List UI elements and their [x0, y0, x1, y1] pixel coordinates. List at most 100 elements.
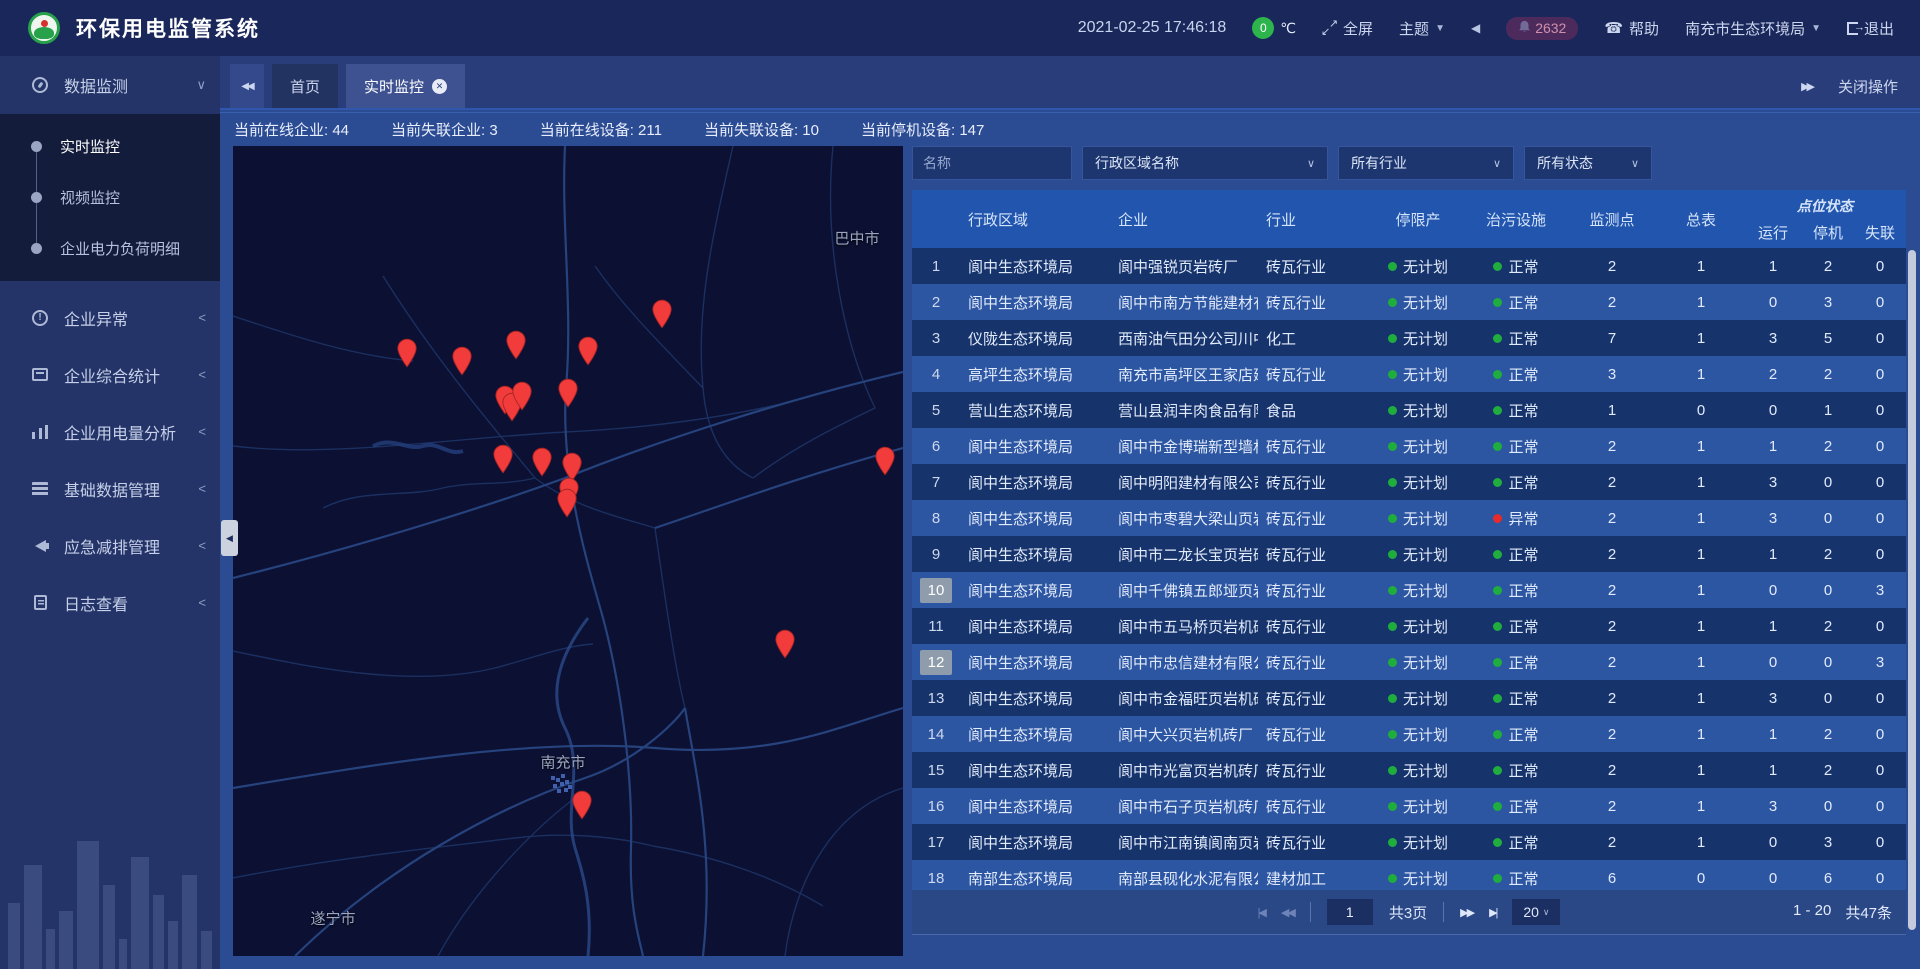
map-pin-icon[interactable]: [874, 446, 896, 476]
map-pin-icon[interactable]: [774, 629, 796, 659]
cell-stopped: 3: [1802, 824, 1854, 860]
page-number-input[interactable]: [1327, 899, 1373, 925]
map-pin-icon[interactable]: [505, 330, 527, 360]
cell-monitor-points: 2: [1566, 644, 1658, 680]
map-pin-icon[interactable]: [492, 444, 514, 474]
cell-industry: 砖瓦行业: [1258, 824, 1370, 860]
map-pin-icon[interactable]: [396, 338, 418, 368]
table-row[interactable]: 15 阆中生态环境局 阆中市光富页岩机砖厂 砖瓦行业 无计划 正常 2 1 1 …: [912, 752, 1906, 788]
table-row[interactable]: 3 仪陇生态环境局 西南油气田分公司川中 化工 无计划 正常 7 1 3 5 0: [912, 320, 1906, 356]
stop-production-label: 无计划: [1403, 400, 1448, 421]
table-row[interactable]: 14 阆中生态环境局 阆中大兴页岩机砖厂 砖瓦行业 无计划 正常 2 1 1 2…: [912, 716, 1906, 752]
scrollbar-thumb[interactable]: [1908, 250, 1916, 930]
cell-region: 阆中生态环境局: [960, 248, 1110, 284]
help-button[interactable]: ☎ 帮助: [1604, 18, 1659, 39]
table-row[interactable]: 18 南部生态环境局 南部县砚化水泥有限公 建材加工 无计划 正常 6 0 0 …: [912, 860, 1906, 890]
table-row[interactable]: 8 阆中生态环境局 阆中市枣碧大梁山页岩 砖瓦行业 无计划 异常 2 1 3 0…: [912, 500, 1906, 536]
status-select[interactable]: 所有状态 ∨: [1524, 146, 1652, 180]
sidebar-item-emergency[interactable]: 应急减排管理 <: [0, 517, 220, 574]
sidebar-item-logs[interactable]: 日志查看 <: [0, 574, 220, 631]
close-operations-button[interactable]: 关闭操作: [1838, 76, 1898, 97]
row-number: 3: [924, 326, 948, 351]
table-row[interactable]: 4 高坪生态环境局 南充市高坪区王家店建 砖瓦行业 无计划 正常 3 1 2 2…: [912, 356, 1906, 392]
chevron-down-icon: ∨: [196, 77, 206, 93]
cell-stop-production: 无计划: [1370, 356, 1466, 392]
logout-button[interactable]: 退出: [1847, 18, 1894, 39]
tab-realtime-monitor[interactable]: 实时监控 ✕: [346, 64, 465, 108]
notification-badge[interactable]: 2632: [1506, 17, 1578, 40]
treatment-label: 正常: [1508, 580, 1538, 601]
treatment-label: 正常: [1508, 400, 1538, 421]
sidebar-item-company-stats[interactable]: 企业综合统计 <: [0, 346, 220, 403]
status-dot: [1493, 658, 1502, 667]
table-row[interactable]: 7 阆中生态环境局 阆中明阳建材有限公司 砖瓦行业 无计划 正常 2 1 3 0…: [912, 464, 1906, 500]
first-page-button[interactable]: |◀: [1258, 906, 1265, 919]
table-row[interactable]: 2 阆中生态环境局 阆中市南方节能建材有 砖瓦行业 无计划 正常 2 1 0 3…: [912, 284, 1906, 320]
table-row[interactable]: 12 阆中生态环境局 阆中市忠信建材有限公 砖瓦行业 无计划 正常 2 1 0 …: [912, 644, 1906, 680]
name-search-input[interactable]: [912, 146, 1072, 180]
page-size-select[interactable]: 20 ∨: [1512, 899, 1560, 925]
total-records-label: 共47条: [1845, 902, 1892, 923]
subitem-label: 实时监控: [60, 136, 120, 157]
cell-stop-production: 无计划: [1370, 572, 1466, 608]
next-page-button[interactable]: ▶▶: [1460, 906, 1473, 919]
table-row[interactable]: 9 阆中生态环境局 阆中市二龙长宝页岩砖 砖瓦行业 无计划 正常 2 1 1 2…: [912, 536, 1906, 572]
table-row[interactable]: 11 阆中生态环境局 阆中市五马桥页岩机砖 砖瓦行业 无计划 正常 2 1 1 …: [912, 608, 1906, 644]
map-pin-icon[interactable]: [531, 447, 553, 477]
sidebar-subitem-realtime[interactable]: 实时监控: [0, 121, 220, 172]
map-panel[interactable]: 巴中市南充市遂宁市: [233, 146, 903, 956]
cell-index: 14: [912, 716, 960, 752]
chevron-left-icon: <: [198, 367, 206, 382]
table-row[interactable]: 10 阆中生态环境局 阆中千佛镇五郎垭页岩 砖瓦行业 无计划 正常 2 1 0 …: [912, 572, 1906, 608]
table-row[interactable]: 6 阆中生态环境局 阆中市金博瑞新型墙材 砖瓦行业 无计划 正常 2 1 1 2…: [912, 428, 1906, 464]
gauge-icon: [30, 77, 50, 93]
scrollbar[interactable]: [1908, 146, 1916, 955]
fullscreen-button[interactable]: ↗↙ 全屏: [1322, 18, 1373, 39]
tabs-scroll-right-button[interactable]: ▶▶: [1801, 80, 1812, 93]
header-stop-production: 停限产: [1370, 190, 1466, 248]
table-row[interactable]: 1 阆中生态环境局 阆中强锐页岩砖厂 砖瓦行业 无计划 正常 2 1 1 2 0: [912, 248, 1906, 284]
region-select[interactable]: 行政区域名称 ∨: [1082, 146, 1328, 180]
map-collapse-button[interactable]: ◀: [221, 520, 238, 556]
sidebar-item-base-data[interactable]: 基础数据管理 <: [0, 460, 220, 517]
chevron-left-icon: <: [198, 424, 206, 439]
tabs-scroll-left-button[interactable]: ◀◀: [230, 64, 264, 108]
table-row[interactable]: 16 阆中生态环境局 阆中市石子页岩机砖厂 砖瓦行业 无计划 正常 2 1 3 …: [912, 788, 1906, 824]
table-row[interactable]: 13 阆中生态环境局 阆中市金福旺页岩机砖 砖瓦行业 无计划 正常 2 1 3 …: [912, 680, 1906, 716]
close-icon[interactable]: ✕: [432, 79, 447, 94]
sidebar-item-power-analysis[interactable]: 企业用电量分析 <: [0, 403, 220, 460]
prev-page-button[interactable]: ◀◀: [1281, 906, 1294, 919]
sidebar-item-data-monitor[interactable]: 数据监测 ∨: [0, 56, 220, 114]
speaker-icon[interactable]: ◀: [1471, 21, 1480, 35]
sidebar-item-company-abnormal[interactable]: ! 企业异常 <: [0, 289, 220, 346]
cell-treatment: 正常: [1466, 752, 1566, 788]
map-pin-icon[interactable]: [557, 378, 579, 408]
chevron-down-icon: ∨: [1631, 157, 1639, 170]
cell-industry: 砖瓦行业: [1258, 356, 1370, 392]
tab-home[interactable]: 首页: [272, 64, 338, 108]
cell-treatment: 正常: [1466, 788, 1566, 824]
theme-dropdown[interactable]: 主题 ▼: [1399, 18, 1445, 39]
sidebar-item-label: 数据监测: [64, 73, 196, 97]
map-pin-icon[interactable]: [556, 488, 578, 518]
header-company: 企业: [1110, 190, 1258, 248]
industry-select[interactable]: 所有行业 ∨: [1338, 146, 1514, 180]
map-pin-icon[interactable]: [571, 790, 593, 820]
last-page-button[interactable]: ▶|: [1489, 906, 1496, 919]
treatment-label: 正常: [1508, 796, 1538, 817]
map-pin-icon[interactable]: [651, 299, 673, 329]
stop-production-label: 无计划: [1403, 508, 1448, 529]
sidebar-subitem-load-detail[interactable]: 企业电力负荷明细: [0, 223, 220, 274]
table-row[interactable]: 17 阆中生态环境局 阆中市江南镇阆南页岩 砖瓦行业 无计划 正常 2 1 0 …: [912, 824, 1906, 860]
cell-monitor-points: 1: [1566, 392, 1658, 428]
cell-monitor-points: 2: [1566, 572, 1658, 608]
cell-lost: 0: [1854, 716, 1906, 752]
treatment-label: 正常: [1508, 256, 1538, 277]
table-row[interactable]: 5 营山生态环境局 营山县润丰肉食品有限 食品 无计划 正常 1 0 0 1 0: [912, 392, 1906, 428]
map-pin-icon[interactable]: [451, 346, 473, 376]
map-pin-icon[interactable]: [577, 336, 599, 366]
org-dropdown[interactable]: 南充市生态环境局 ▼: [1685, 18, 1821, 39]
cell-monitor-points: 2: [1566, 680, 1658, 716]
map-pin-icon[interactable]: [511, 381, 533, 411]
sidebar-subitem-video[interactable]: 视频监控: [0, 172, 220, 223]
